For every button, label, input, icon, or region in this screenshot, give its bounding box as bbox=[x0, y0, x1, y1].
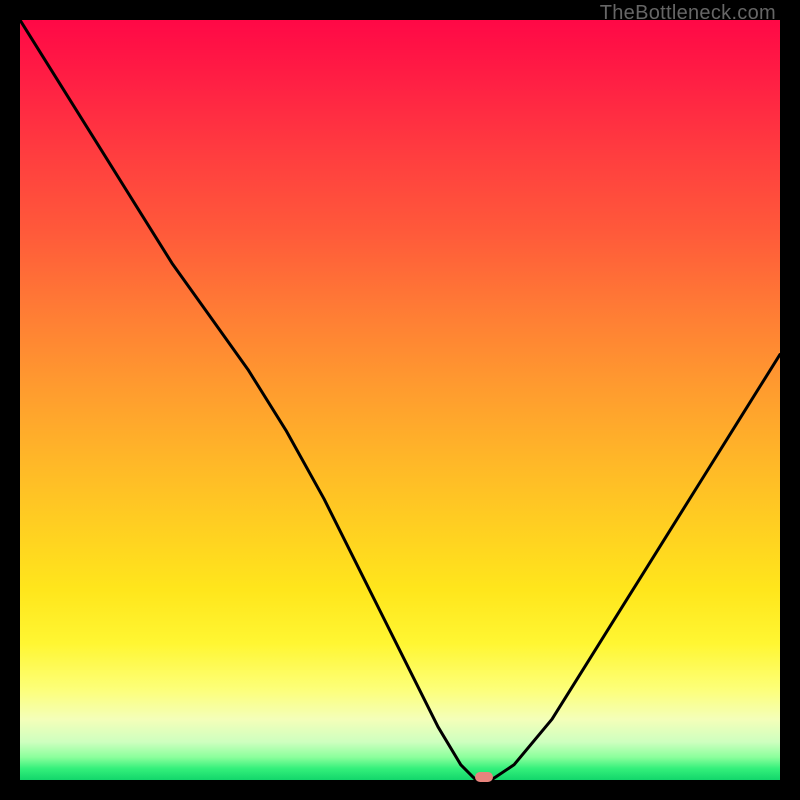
plot-area bbox=[20, 20, 780, 780]
chart-frame: TheBottleneck.com bbox=[0, 0, 800, 800]
bottleneck-curve bbox=[20, 20, 780, 780]
optimal-marker bbox=[475, 772, 493, 782]
